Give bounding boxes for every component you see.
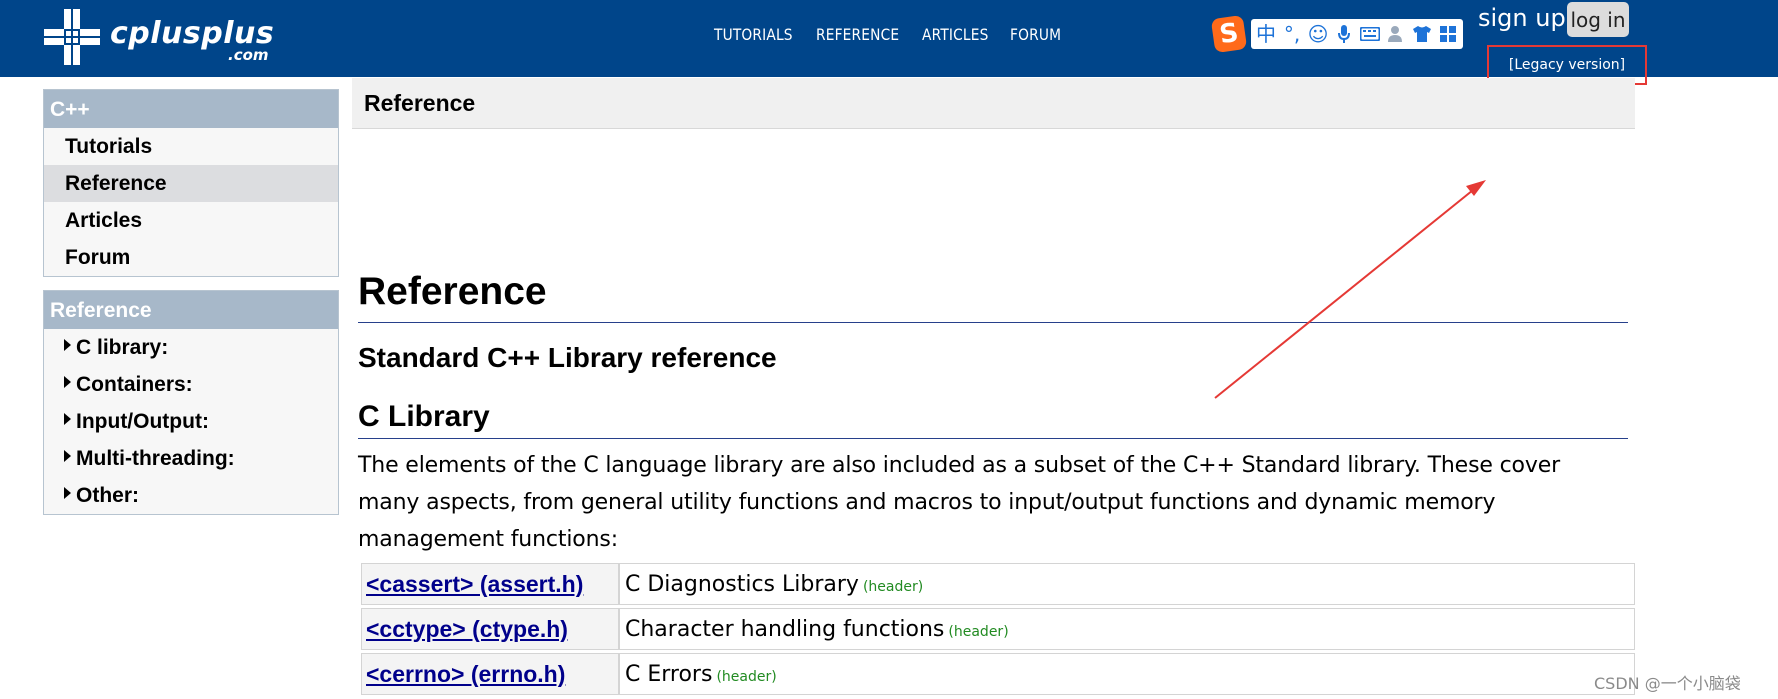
header-name-cell: <cctype> (ctype.h) xyxy=(361,608,619,650)
header-desc-cell: Character handling functions (header) xyxy=(619,608,1635,650)
keyboard-icon[interactable] xyxy=(1359,21,1381,47)
grid-icon[interactable] xyxy=(1437,21,1459,47)
ime-toolbar: S 中 °, ☺ xyxy=(1210,14,1463,54)
shirt-icon[interactable] xyxy=(1411,21,1433,47)
nav-forum[interactable]: FORUM xyxy=(1010,25,1061,44)
sidebar-item-forum[interactable]: Forum xyxy=(44,239,338,276)
nav-tutorials[interactable]: TUTORIALS xyxy=(714,25,793,44)
logo-domain: .com xyxy=(228,46,269,64)
header-desc-cell: C Diagnostics Library (header) xyxy=(619,563,1635,605)
section-divider xyxy=(358,438,1628,439)
nav-articles[interactable]: ARTICLES xyxy=(922,25,989,44)
header-description: C Errors xyxy=(625,661,713,687)
annotation-arrowhead-icon xyxy=(1466,180,1486,196)
sidebar-item-articles[interactable]: Articles xyxy=(44,202,338,239)
sidebar-item-reference[interactable]: Reference xyxy=(44,165,338,202)
page-title: Reference xyxy=(358,270,547,313)
nav-reference[interactable]: REFERENCE xyxy=(816,25,899,44)
breadcrumb: Reference xyxy=(364,90,476,116)
header-description: C Diagnostics Library xyxy=(625,571,859,597)
header-link-cerrno[interactable]: <cerrno> (errno.h) xyxy=(366,661,565,687)
sidebar-item-label: Multi-threading: xyxy=(76,447,235,470)
header-name-cell: <cassert> (assert.h) xyxy=(361,563,619,605)
sidebar-item-label: Containers: xyxy=(76,373,193,396)
header-name-cell: <cerrno> (errno.h) xyxy=(361,653,619,695)
sidebar-item-label: Other: xyxy=(76,484,139,507)
sidebar-cpp-title[interactable]: C++ xyxy=(44,90,338,128)
title-divider xyxy=(358,322,1628,323)
ime-button-bar: 中 °, ☺ xyxy=(1251,19,1463,49)
breadcrumb-bar: Reference xyxy=(352,78,1635,129)
header-description: Character handling functions xyxy=(625,616,945,642)
header-link-cassert[interactable]: <cassert> (assert.h) xyxy=(366,571,583,597)
expand-triangle-icon xyxy=(64,412,71,425)
sidebar-item-tutorials[interactable]: Tutorials xyxy=(44,128,338,165)
sidebar-reference-title[interactable]: Reference xyxy=(44,291,338,329)
sidebar-item-label: Input/Output: xyxy=(76,410,209,433)
header-list-table: <cassert> (assert.h) C Diagnostics Libra… xyxy=(361,560,1635,698)
sidebar-item-c-library[interactable]: C library: xyxy=(44,329,338,366)
log-in-button[interactable]: log in xyxy=(1567,2,1629,37)
sidebar-item-multi-threading[interactable]: Multi-threading: xyxy=(44,440,338,477)
table-row: <cassert> (assert.h) C Diagnostics Libra… xyxy=(361,563,1635,605)
plus-logo-icon xyxy=(44,9,100,65)
annotation-arrow-line xyxy=(1214,185,1479,399)
expand-triangle-icon xyxy=(64,486,71,499)
expand-triangle-icon xyxy=(64,338,71,351)
site-logo[interactable]: cplusplus .com xyxy=(44,9,274,67)
header-tag: (header) xyxy=(862,578,924,595)
header-tag: (header) xyxy=(948,623,1009,640)
emoji-icon[interactable]: ☺ xyxy=(1307,21,1329,47)
punctuation-icon[interactable]: °, xyxy=(1281,21,1303,47)
section-title: C Library xyxy=(358,400,490,433)
top-nav: TUTORIALS REFERENCE ARTICLES FORUM xyxy=(714,25,1061,44)
expand-triangle-icon xyxy=(64,375,71,388)
table-row: <cctype> (ctype.h) Character handling fu… xyxy=(361,608,1635,650)
section-description: The elements of the C language library a… xyxy=(358,453,1561,552)
csdn-watermark: CSDN @一个小脑袋 xyxy=(1594,674,1741,693)
sidebar-item-other[interactable]: Other: xyxy=(44,477,338,514)
sidebar-item-label: C library: xyxy=(76,336,169,359)
header-tag: (header) xyxy=(716,668,777,685)
sidebar-cpp-box: C++ Tutorials Reference Articles Forum xyxy=(43,89,339,277)
page-subtitle: Standard C++ Library reference xyxy=(358,342,777,373)
chinese-mode-icon[interactable]: 中 xyxy=(1255,21,1277,47)
sidebar-item-containers[interactable]: Containers: xyxy=(44,366,338,403)
header-link-cctype[interactable]: <cctype> (ctype.h) xyxy=(366,616,568,642)
header-desc-cell: C Errors (header) xyxy=(619,653,1635,695)
mic-icon[interactable] xyxy=(1333,21,1355,47)
expand-triangle-icon xyxy=(64,449,71,462)
sidebar-reference-box: Reference C library: Containers: Input/O… xyxy=(43,290,339,515)
sidebar-item-input-output[interactable]: Input/Output: xyxy=(44,403,338,440)
sign-up-link[interactable]: sign up xyxy=(1478,4,1566,32)
sogou-ime-icon[interactable]: S xyxy=(1210,14,1248,54)
table-row: <cerrno> (errno.h) C Errors (header) xyxy=(361,653,1635,695)
user-icon[interactable] xyxy=(1385,21,1407,47)
